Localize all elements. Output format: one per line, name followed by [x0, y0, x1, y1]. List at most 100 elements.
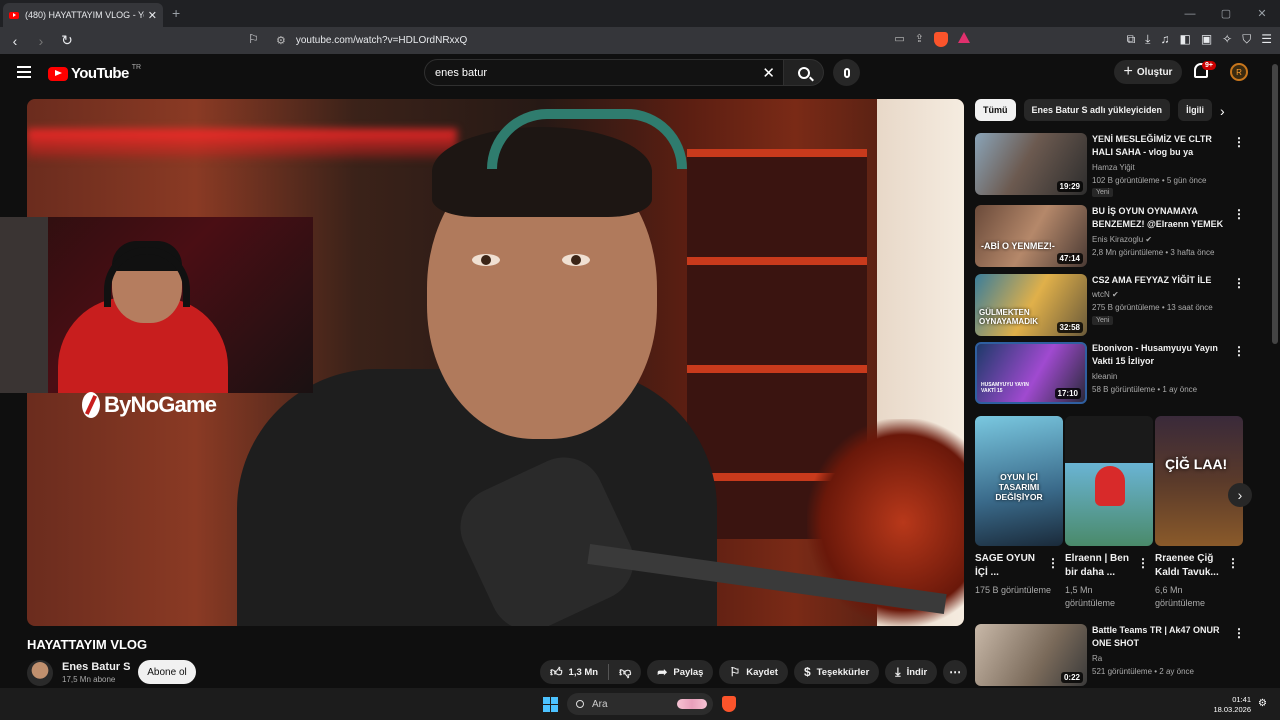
download-button[interactable]: ⤓ İndir [885, 660, 938, 684]
rec-meta: 102 B görüntüleme • 5 gün önce [1092, 176, 1207, 185]
chevron-right-icon[interactable]: › [1220, 103, 1225, 119]
thumbnail-text: GÜLMEKTEN OYNAYAMADIK [979, 308, 1038, 326]
vpn-icon[interactable]: ⛉ [1242, 32, 1251, 47]
create-button[interactable]: + Oluştur [1114, 60, 1182, 84]
webcam-door [0, 217, 48, 393]
guide-menu-icon[interactable] [17, 66, 31, 78]
dislike-button[interactable]: 👎︎ [609, 660, 641, 684]
video-thumbnail: 19:29 [975, 133, 1087, 195]
media-icon[interactable]: ♫ [1160, 32, 1169, 47]
search-input[interactable]: enes batur ✕ [424, 59, 784, 86]
short-overlay-text: OYUN İÇİ TASARIMI DEĞİŞİYOR [995, 472, 1043, 502]
recommendation-item[interactable]: HUSAMYUYU YAYIN VAKTİ 15 17:10 Ebonivon … [975, 342, 1245, 404]
duration-badge: 47:14 [1056, 253, 1083, 264]
kebab-menu-icon[interactable]: ⋮ [1233, 135, 1245, 149]
brave-browser-icon[interactable] [722, 696, 736, 712]
recommendation-item[interactable]: 19:29 YENİ MESLEĞİMİZ VE CLTR HALI SAHA … [975, 133, 1245, 197]
save-button[interactable]: ⚐ Kaydet [719, 660, 788, 684]
short-item[interactable]: Elraenn | Ben bir daha ... 1,5 Mn görünt… [1065, 416, 1153, 610]
brave-rewards-icon[interactable] [958, 32, 970, 43]
bookmark-icon[interactable]: ⚐ [248, 32, 259, 46]
kebab-menu-icon[interactable]: ⋮ [1233, 626, 1245, 640]
sidebar-icon[interactable]: ◧ [1179, 32, 1190, 47]
short-thumbnail: OYUN İÇİ TASARIMI DEĞİŞİYOR [975, 416, 1063, 546]
kebab-menu-icon[interactable]: ⋮ [1227, 556, 1239, 570]
more-actions-icon[interactable]: ⋯ [943, 660, 968, 684]
reload-icon[interactable]: ↻ [56, 32, 78, 49]
new-badge: Yeni [1092, 316, 1114, 325]
shorts-next-icon[interactable]: › [1228, 483, 1252, 507]
minimize-button[interactable]: — [1172, 0, 1208, 27]
browser-tab[interactable]: (480) HAYATTAYIM VLOG - YouTu ✕ [3, 3, 163, 27]
address-bar[interactable]: ⚙ youtube.com/watch?v=HDLOrdNRxxQ ▭ ⇪ [270, 30, 990, 51]
like-dislike-group: 👍︎ 1,3 Mn 👎︎ [540, 660, 642, 684]
rec-title: Battle Teams TR | Ak47 ONUR ONE SHOT [1092, 625, 1220, 648]
recommendation-item[interactable]: -ABİ O YENMEZ!- 47:14 BU İŞ OYUN OYNAMAY… [975, 205, 1245, 267]
video-title: HAYATTAYIM VLOG [27, 637, 148, 652]
new-tab-button[interactable]: + [172, 5, 180, 21]
save-label: Kaydet [746, 666, 778, 678]
short-item[interactable]: OYUN İÇİ TASARIMI DEĞİŞİYOR SAGE OYUN İÇ… [975, 416, 1063, 597]
taskbar-search[interactable]: Ara [567, 693, 713, 715]
share-page-icon[interactable]: ⇪ [915, 32, 924, 47]
back-icon[interactable]: ‹ [4, 33, 26, 49]
page-scrollbar[interactable] [1270, 54, 1280, 688]
system-clock[interactable]: 01:41 18.03.2026 [1205, 695, 1251, 715]
video-thumbnail: HUSAMYUYU YAYIN VAKTİ 15 17:10 [975, 342, 1087, 404]
thanks-label: Teşekkürler [816, 666, 870, 678]
short-views: 175 B görüntüleme [975, 585, 1052, 595]
thumbs-up-icon: 👍︎ [550, 664, 563, 679]
brave-shields-icon[interactable] [934, 32, 948, 47]
short-title: Elraenn | Ben bir daha ... [1065, 553, 1129, 578]
share-button[interactable]: ➦ Paylaş [647, 660, 714, 684]
download-icon[interactable]: ⤓ [1145, 32, 1150, 47]
kebab-menu-icon[interactable]: ⋮ [1233, 344, 1245, 358]
thanks-button[interactable]: $ Teşekkürler [793, 660, 880, 684]
webcam-overlay [0, 217, 313, 393]
kebab-menu-icon[interactable]: ⋮ [1233, 207, 1245, 221]
site-info-icon[interactable]: ⚙ [276, 34, 286, 47]
rec-meta: 58 B görüntüleme • 1 ay önce [1092, 385, 1198, 394]
leo-ai-icon[interactable]: ✧ [1222, 32, 1232, 47]
subscribe-button[interactable]: Abone ol [138, 660, 196, 684]
rec-meta: 2,8 Mn görüntüleme • 3 hafta önce [1092, 248, 1215, 257]
chip-related[interactable]: İlgili [1178, 99, 1213, 121]
kebab-menu-icon[interactable]: ⋮ [1233, 276, 1245, 290]
channel-name[interactable]: Enes Batur S [62, 661, 130, 673]
bookmark-save-icon: ⚐ [729, 665, 741, 679]
duration-badge: 17:10 [1054, 388, 1081, 399]
left-eye [472, 254, 500, 266]
maximize-button[interactable]: ▢ [1208, 0, 1244, 27]
tab-title: (480) HAYATTAYIM VLOG - YouTu [25, 10, 144, 20]
like-count: 1,3 Mn [568, 666, 599, 678]
search-button[interactable] [784, 59, 824, 86]
recommendation-item[interactable]: GÜLMEKTEN OYNAYAMADIK 32:58 CS2 AMA FEYY… [975, 274, 1245, 336]
scroll-thumb[interactable] [1272, 64, 1278, 344]
tab-close-icon[interactable]: ✕ [148, 9, 157, 22]
close-window-button[interactable]: ✕ [1244, 0, 1280, 27]
clear-search-icon[interactable]: ✕ [762, 64, 775, 82]
channel-avatar[interactable] [27, 660, 53, 686]
account-avatar[interactable]: R [1230, 63, 1248, 81]
short-item[interactable]: ÇİĞ LAA! Rraenee Çiğ Kaldı Tavuk... 6,6 … [1155, 416, 1243, 610]
cast-icon[interactable]: ▭ [894, 32, 904, 47]
search-icon [797, 66, 810, 79]
short-thumbnail [1065, 416, 1153, 546]
kebab-menu-icon[interactable]: ⋮ [1047, 556, 1059, 570]
forward-icon[interactable]: › [30, 33, 52, 49]
youtube-logo[interactable]: YouTube TR [48, 64, 141, 82]
thumbnail-text: -ABİ O YENMEZ!- [981, 241, 1055, 251]
screenshot-icon[interactable]: ⧉ [1127, 32, 1136, 47]
rec-channel: kleanin [1092, 372, 1118, 381]
recommendation-item[interactable]: 0:22 Battle Teams TR | Ak47 ONUR ONE SHO… [975, 624, 1245, 686]
windows-start-icon[interactable] [543, 697, 558, 712]
chip-from-uploader[interactable]: Enes Batur S adlı yükleyiciden [1023, 99, 1171, 121]
voice-search-button[interactable] [833, 59, 860, 86]
chip-all[interactable]: Tümü [975, 99, 1016, 121]
kebab-menu-icon[interactable]: ⋮ [1137, 556, 1149, 570]
wallet-icon[interactable]: ▣ [1201, 32, 1212, 47]
menu-icon[interactable]: ☰ [1261, 32, 1272, 47]
notification-center-icon[interactable]: ⚙ [1258, 698, 1267, 709]
like-button[interactable]: 👍︎ 1,3 Mn [540, 660, 608, 684]
duration-badge: 19:29 [1056, 181, 1083, 192]
